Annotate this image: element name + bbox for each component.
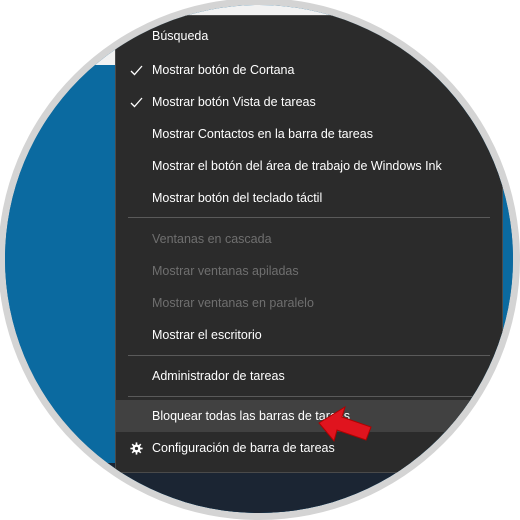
menu-item-show-cortana-button[interactable]: Mostrar botón de Cortana — [116, 54, 502, 86]
menu-item-label: Mostrar ventanas apiladas — [152, 264, 299, 278]
menu-item-show-contacts[interactable]: Mostrar Contactos en la barra de tareas — [116, 118, 502, 150]
menu-item-task-manager[interactable]: Administrador de tareas — [116, 360, 502, 392]
menu-item-show-windows-ink-button[interactable]: Mostrar el botón del área de trabajo de … — [116, 150, 502, 182]
screenshot-stage: Búsqueda Mostrar botón de Cortana Mostra… — [0, 0, 520, 520]
taskbar-context-menu: Búsqueda Mostrar botón de Cortana Mostra… — [115, 15, 503, 473]
menu-item-label: Configuración de barra de tareas — [152, 441, 335, 455]
check-icon — [128, 86, 144, 118]
menu-item-show-touch-keyboard-button[interactable]: Mostrar botón del teclado táctil — [116, 182, 502, 214]
menu-item-stacked-windows: Mostrar ventanas apiladas — [116, 255, 502, 287]
menu-item-label: Mostrar Contactos en la barra de tareas — [152, 127, 373, 141]
check-icon — [128, 54, 144, 86]
circular-zoom-frame: Búsqueda Mostrar botón de Cortana Mostra… — [5, 5, 513, 513]
menu-item-lock-all-taskbars[interactable]: Bloquear todas las barras de tareas — [116, 400, 502, 432]
menu-item-show-desktop[interactable]: Mostrar el escritorio — [116, 319, 502, 351]
menu-item-side-by-side-windows: Mostrar ventanas en paralelo — [116, 287, 502, 319]
menu-item-label: Búsqueda — [152, 29, 209, 43]
menu-item-cascade-windows: Ventanas en cascada — [116, 223, 502, 255]
menu-item-label: Mostrar el botón del área de trabajo de … — [152, 159, 442, 173]
red-pointer-arrow-icon — [318, 405, 372, 443]
menu-item-label: Mostrar ventanas en paralelo — [152, 296, 314, 310]
menu-separator — [128, 217, 490, 218]
menu-item-label: Ventanas en cascada — [152, 232, 272, 246]
gear-icon — [128, 432, 144, 464]
menu-item-busqueda[interactable]: Búsqueda — [116, 20, 502, 52]
menu-item-label: Mostrar botón del teclado táctil — [152, 191, 323, 205]
menu-item-label: Mostrar botón Vista de tareas — [152, 95, 316, 109]
menu-item-label: Mostrar el escritorio — [152, 328, 262, 342]
menu-item-show-task-view-button[interactable]: Mostrar botón Vista de tareas — [116, 86, 502, 118]
menu-item-label: Mostrar botón de Cortana — [152, 63, 295, 77]
menu-item-label: Administrador de tareas — [152, 369, 285, 383]
menu-separator — [128, 396, 490, 397]
menu-separator — [128, 355, 490, 356]
menu-item-taskbar-settings[interactable]: Configuración de barra de tareas — [116, 432, 502, 464]
